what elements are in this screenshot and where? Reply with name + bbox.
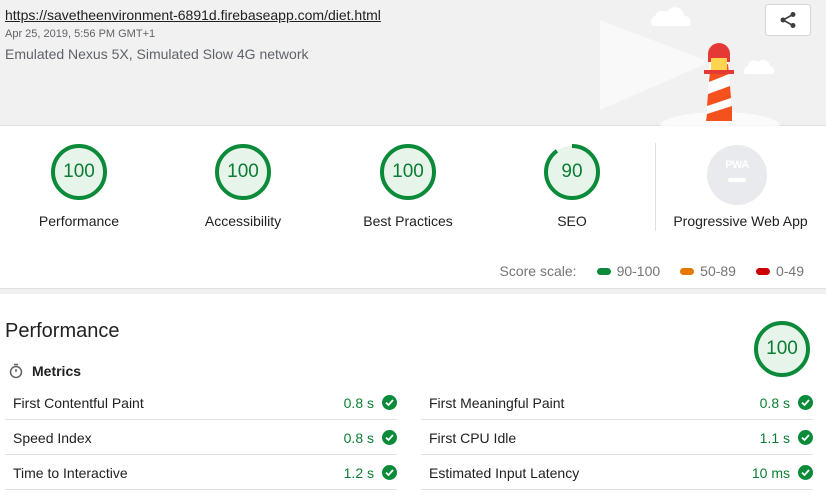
legend-item-average: 50-89 — [680, 263, 736, 279]
gauge-score: 100 — [227, 161, 259, 182]
metric-name: First Contentful Paint — [13, 394, 144, 411]
metric-value: 0.8 s — [343, 429, 374, 446]
metric-name: Estimated Input Latency — [429, 464, 580, 481]
metric-name: First Meaningful Paint — [429, 394, 565, 411]
legend-dot-icon — [596, 267, 611, 275]
legend-item-fail: 0-49 — [755, 263, 804, 279]
gauge-score: 100 — [392, 161, 424, 182]
metric-row: Speed Index 0.8 s — [5, 421, 397, 455]
legend-label: 50-89 — [700, 263, 736, 279]
share-button[interactable] — [765, 4, 811, 36]
gauge-ring: 100 — [379, 143, 437, 201]
score-scale-title: Score scale: — [499, 263, 577, 279]
performance-score: 100 — [766, 338, 798, 359]
report-timestamp: Apr 25, 2019, 5:56 PM GMT+1 — [5, 28, 156, 40]
metric-row: First CPU Idle 1.1 s — [421, 421, 813, 455]
gauge-seo[interactable]: 90 SEO — [502, 143, 642, 229]
legend-dot-icon — [755, 267, 770, 275]
metric-value: 1.1 s — [759, 429, 790, 446]
environment-description: Emulated Nexus 5X, Simulated Slow 4G net… — [5, 46, 309, 62]
check-circle-icon — [382, 465, 397, 480]
page-url-link[interactable]: https://savetheenvironment-6891d.firebas… — [5, 7, 381, 23]
metric-name: Speed Index — [13, 429, 92, 446]
gauge-best-practices[interactable]: 100 Best Practices — [338, 143, 478, 229]
score-scale-legend: Score scale: 90-100 50-89 0-49 — [500, 263, 804, 279]
metric-name: First CPU Idle — [429, 429, 517, 446]
gauge-score: 100 — [63, 161, 95, 182]
gauge-label: Accessibility — [204, 213, 282, 229]
legend-dot-icon — [680, 267, 695, 275]
share-icon — [780, 12, 796, 28]
metrics-title: Metrics — [32, 363, 82, 379]
metrics-header: Metrics — [8, 363, 81, 379]
metric-row: First Meaningful Paint 0.8 s — [421, 386, 813, 420]
stopwatch-icon — [9, 363, 23, 379]
metric-value: 10 ms — [751, 464, 790, 481]
legend-label: 90-100 — [616, 263, 661, 279]
metric-value: 1.2 s — [343, 464, 374, 481]
performance-score-gauge: 100 — [753, 320, 811, 378]
check-circle-icon — [798, 395, 813, 410]
check-circle-icon — [798, 465, 813, 480]
gauge-label: Performance — [38, 213, 120, 229]
category-gauges: 100 Performance 100 Accessibility 100 Be… — [0, 127, 826, 287]
pwa-label: Progressive Web App — [673, 213, 808, 229]
metric-value: 0.8 s — [343, 394, 374, 411]
gauge-accessibility[interactable]: 100 Accessibility — [173, 143, 313, 229]
gauge-ring: 100 — [214, 143, 272, 201]
metric-name: Time to Interactive — [13, 464, 128, 481]
pwa-badge-text: PWA — [725, 159, 749, 171]
check-circle-icon — [382, 395, 397, 410]
pwa-badge-bar-icon — [728, 178, 746, 182]
pwa-badge[interactable]: PWA — [707, 145, 767, 205]
legend-item-pass: 90-100 — [596, 263, 661, 279]
legend-label: 0-49 — [775, 263, 804, 279]
report-header: https://savetheenvironment-6891d.firebas… — [0, 0, 826, 126]
metric-value: 0.8 s — [759, 394, 790, 411]
metric-row: Estimated Input Latency 10 ms — [421, 456, 813, 490]
gauge-ring: 90 — [543, 143, 601, 201]
performance-section-title: Performance — [5, 320, 120, 342]
check-circle-icon — [798, 430, 813, 445]
metric-row: Time to Interactive 1.2 s — [5, 456, 397, 490]
gauge-label: Best Practices — [363, 213, 453, 229]
gauge-performance[interactable]: 100 Performance — [9, 143, 149, 229]
gauge-label: SEO — [557, 213, 587, 229]
gauge-ring: 100 — [50, 143, 108, 201]
section-separator — [0, 288, 826, 294]
metric-row: First Contentful Paint 0.8 s — [5, 386, 397, 420]
check-circle-icon — [382, 430, 397, 445]
gauge-score: 90 — [561, 161, 583, 182]
